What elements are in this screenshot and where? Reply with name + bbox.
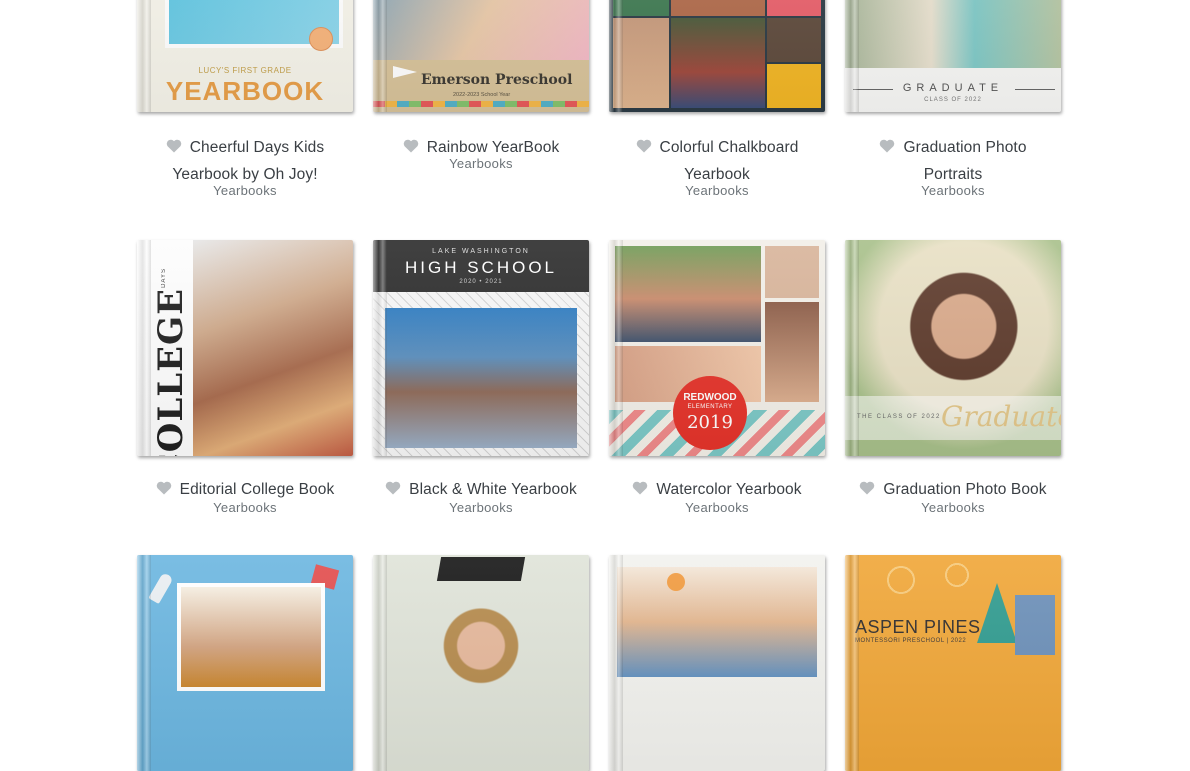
house-icon (1015, 595, 1055, 655)
product-title[interactable]: Colorful Chalkboard (609, 134, 825, 161)
book-spine (609, 555, 623, 771)
product-title-line1[interactable]: Watercolor Yearbook (656, 481, 801, 498)
product-info: Rainbow YearBook Yearbooks (373, 134, 589, 173)
cover-year: 2019 (687, 412, 733, 433)
product-category[interactable]: Yearbooks (845, 182, 1061, 200)
book-spine (845, 0, 859, 112)
product-cover-image[interactable]: LAKE WASHINGTON HIGH SCHOOL 2020 • 2021 (373, 240, 589, 456)
book-spine (845, 240, 859, 456)
cover-photo (373, 0, 589, 60)
product-info: Black & White Yearbook Yearbooks (373, 476, 589, 517)
book-spine (137, 555, 151, 771)
product-cover-image[interactable]: Emerson Preschool 2022-2023 School Year (373, 0, 589, 112)
product-category[interactable]: Yearbooks (137, 182, 353, 200)
cover-title: HIGH SCHOOL (404, 258, 558, 277)
collage-photo (671, 0, 765, 16)
paper-plane-icon (393, 66, 417, 78)
cover-title: Emerson Preschool (421, 72, 573, 88)
cover-title: YEARBOOK (165, 76, 325, 106)
product-info: Editorial College Book Yearbooks (137, 476, 353, 517)
cover-photo (177, 583, 325, 691)
cover-subtitle: ELEMENTARY (687, 404, 733, 410)
heart-icon[interactable] (636, 139, 652, 153)
product-category[interactable]: Yearbooks (609, 182, 825, 200)
cover-title: ASPEN PINES (855, 617, 981, 637)
product-cover-image[interactable] (373, 555, 589, 771)
product-title[interactable]: Cheerful Days Kids (137, 134, 353, 161)
product-info: Graduation Photo Book Yearbooks (845, 476, 1061, 517)
cover-subtitle: CLASS OF 2022 (924, 97, 982, 103)
cover-title: REDWOOD (683, 392, 737, 403)
product-cover-image[interactable]: ASPEN PINES MONTESSORI PRESCHOOL | 2022 (845, 555, 1061, 771)
book-spine (845, 555, 859, 771)
product-title-line1[interactable]: Graduation Photo (903, 139, 1026, 156)
tree-icon (977, 583, 1017, 643)
cover-subtitle: LUCY'S FIRST GRADE (198, 66, 292, 75)
heart-icon[interactable] (859, 481, 875, 495)
product-cover-image[interactable] (137, 555, 353, 771)
product-title-line1[interactable]: Cheerful Days Kids (190, 139, 324, 156)
cover-photo (385, 308, 577, 448)
collage-photo (767, 0, 821, 16)
product-title-line1[interactable]: Editorial College Book (180, 481, 335, 498)
collage-photo (765, 302, 819, 402)
cover-photo (617, 567, 817, 677)
heart-icon[interactable] (385, 481, 401, 495)
product-cover-image[interactable]: DAYS COLLEGE (137, 240, 353, 456)
book-spine (373, 555, 387, 771)
graduation-cap-icon (436, 557, 526, 581)
book-spine (137, 240, 151, 456)
cover-subtitle: 2022-2023 School Year (453, 92, 511, 98)
heart-icon[interactable] (156, 481, 172, 495)
product-cover-image[interactable]: REDWOOD ELEMENTARY 2019 (609, 240, 825, 456)
product-title[interactable]: Graduation Photo (845, 134, 1061, 161)
collage-photo (615, 246, 761, 342)
book-spine (373, 240, 387, 456)
heart-icon[interactable] (166, 139, 182, 153)
collage-photo (767, 18, 821, 62)
product-cover-image[interactable]: THE CLASS OF 2022 Graduate (845, 240, 1061, 456)
cover-title: Graduate (941, 400, 1061, 433)
product-grid: LUCY'S FIRST GRADE YEARBOOK Cheerful Day… (0, 0, 1190, 771)
cover-title: GRADUATE (902, 82, 1004, 94)
cover-label-small: LAKE WASHINGTON (432, 248, 530, 255)
product-cover-image[interactable] (609, 555, 825, 771)
chevron-border (373, 101, 589, 107)
cover-photo (193, 240, 353, 456)
cover-label-small: DAYS (161, 268, 167, 288)
product-title-line1[interactable]: Graduation Photo Book (883, 481, 1046, 498)
planet-doodle (667, 573, 685, 591)
product-cover-image[interactable]: LUCY'S FIRST GRADE YEARBOOK (137, 0, 353, 112)
product-title-line1[interactable]: Black & White Yearbook (409, 481, 577, 498)
collage-photo (671, 18, 765, 108)
product-info: Graduation Photo Portraits Yearbooks (845, 134, 1061, 200)
cover-title: COLLEGE (151, 288, 191, 456)
product-cover-image[interactable]: GRADUATE CLASS OF 2022 (845, 0, 1061, 112)
cover-subtitle: MONTESSORI PRESCHOOL | 2022 (855, 638, 967, 644)
rocket-icon (148, 572, 174, 604)
cover-subtitle: 2020 • 2021 (459, 279, 503, 285)
product-title-line1[interactable]: Colorful Chalkboard (660, 139, 799, 156)
cover-photo (373, 555, 589, 771)
collage-photo (765, 246, 819, 298)
book-spine (137, 0, 151, 112)
heart-icon[interactable] (632, 481, 648, 495)
product-info: Cheerful Days Kids Yearbook by Oh Joy! Y… (137, 134, 353, 200)
collage-photo (767, 64, 821, 108)
smiley-sticker (309, 27, 333, 51)
cover-photo (845, 0, 1061, 68)
book-spine (609, 0, 623, 112)
heart-icon[interactable] (879, 139, 895, 153)
product-info: Watercolor Yearbook Yearbooks (609, 476, 825, 517)
product-info: Colorful Chalkboard Yearbook Yearbooks (609, 134, 825, 200)
heart-icon[interactable] (403, 139, 419, 153)
book-spine (609, 240, 623, 456)
product-title-line1[interactable]: Rainbow YearBook (427, 139, 560, 156)
cover-subtitle: THE CLASS OF 2022 (857, 414, 941, 420)
product-cover-image[interactable] (609, 0, 825, 112)
book-spine (373, 0, 387, 112)
